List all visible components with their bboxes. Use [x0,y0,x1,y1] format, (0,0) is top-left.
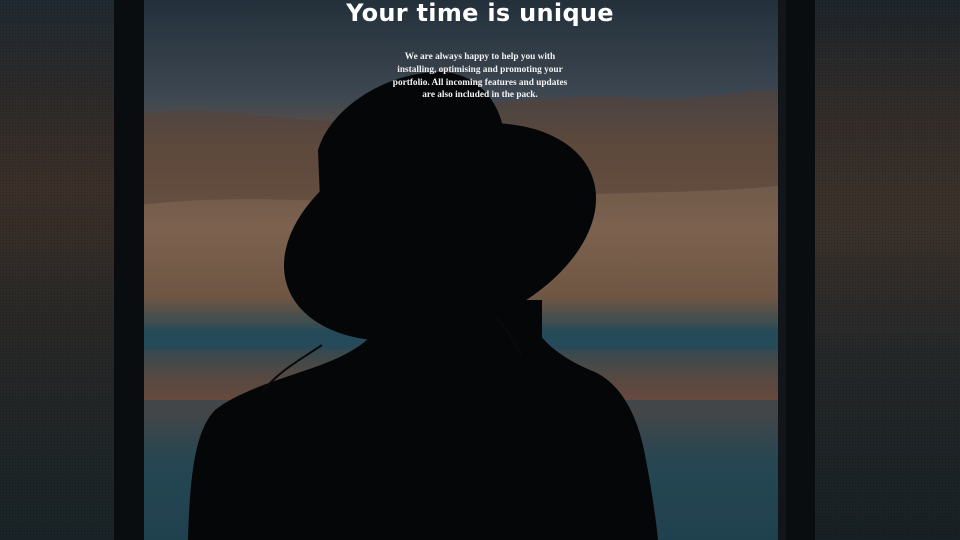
hero-headline: Your time is unique [346,0,614,27]
hero-subtitle: We are always happy to help you with ins… [392,52,568,101]
hero-section: Your time is unique We are always happy … [0,0,960,540]
